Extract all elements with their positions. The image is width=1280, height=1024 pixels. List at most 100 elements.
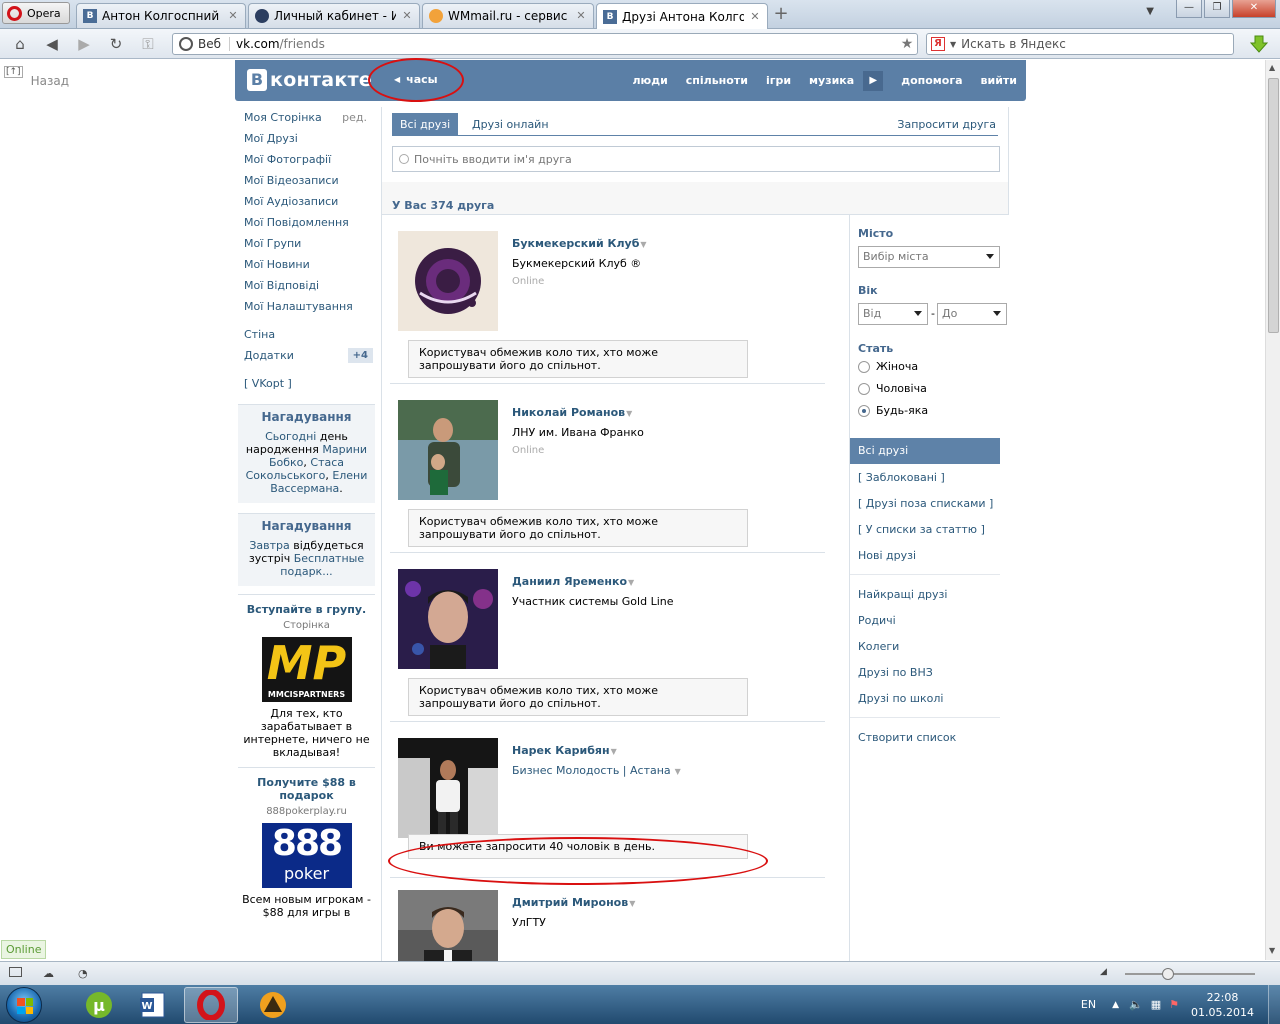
back-label[interactable]: Назад	[31, 74, 69, 88]
tab-close-icon[interactable]: ✕	[749, 10, 761, 23]
search-engine-chevron-down-icon[interactable]: ▼	[950, 40, 956, 49]
list-best-friends[interactable]: Найкращі друзі	[858, 588, 947, 601]
city-select[interactable]: Вибір міста	[858, 246, 1000, 268]
friend-name-link[interactable]: Дмитрий Миронов▼	[512, 896, 635, 909]
tab-list-chevron-down-icon[interactable]: ▼	[1146, 6, 1154, 17]
create-list-link[interactable]: Створити список	[858, 731, 956, 744]
sidebar-item-audio[interactable]: Мої Аудіозаписи	[238, 191, 375, 212]
language-indicator[interactable]: EN	[1081, 998, 1096, 1011]
friend-avatar[interactable]	[398, 231, 498, 331]
ad-block-mp[interactable]: Вступайте в групу. Сторінка MP MMCISPARTN…	[238, 594, 375, 759]
friend-menu-chevron-down-icon[interactable]: ▼	[629, 899, 635, 908]
panel-icon[interactable]	[9, 967, 22, 977]
sidebar-item-news[interactable]: Мої Новини	[238, 254, 375, 275]
back-arrow-icon[interactable]: ◀	[42, 35, 62, 53]
community-chevron-down-icon[interactable]: ▼	[675, 767, 681, 776]
word-taskbar-button[interactable]: W	[126, 987, 180, 1023]
url-field[interactable]: Веб vk.com/friends ★	[172, 33, 918, 55]
sidebar-item-wall[interactable]: Стіна	[238, 324, 375, 345]
key-icon[interactable]: ⚿	[138, 35, 158, 53]
download-arrow-icon[interactable]	[1250, 35, 1268, 53]
sidebar-item-vkopt[interactable]: [ VKopt ]	[238, 373, 375, 394]
app-taskbar-button[interactable]	[246, 987, 300, 1023]
window-close-icon[interactable]: ✕	[1232, 0, 1276, 18]
age-from-select[interactable]: Від	[858, 303, 928, 325]
ad-title[interactable]: Получите $88 в подарок	[238, 776, 375, 802]
nav-logout[interactable]: вийти	[972, 74, 1026, 87]
tomorrow-link[interactable]: Завтра	[249, 539, 289, 552]
friend-menu-chevron-down-icon[interactable]: ▼	[640, 240, 646, 249]
minimize-icon[interactable]: —	[1176, 0, 1202, 18]
scroll-down-icon[interactable]: ▼	[1269, 946, 1275, 955]
sex-radio-any[interactable]: Будь-яка	[858, 404, 928, 417]
maximize-icon[interactable]: ❐	[1204, 0, 1230, 18]
tray-expand-icon[interactable]: ▲	[1112, 1000, 1119, 1010]
radio-button[interactable]	[858, 382, 870, 395]
show-desktop-button[interactable]	[1268, 985, 1280, 1024]
reload-icon[interactable]: ↻	[106, 35, 126, 53]
nav-communities[interactable]: спільноти	[677, 74, 757, 87]
sidebar-item-photos[interactable]: Мої Фотографії	[238, 149, 375, 170]
friend-name-link[interactable]: Нарек Карибян▼	[512, 744, 617, 757]
tab-friends-online[interactable]: Друзі онлайн	[464, 113, 557, 136]
ad-image-888[interactable]: 888 poker	[261, 823, 352, 888]
tab-close-icon[interactable]: ✕	[575, 10, 587, 22]
ad-image-mp[interactable]: MP MMCISPARTNERS	[261, 637, 352, 702]
tab-close-icon[interactable]: ✕	[227, 10, 239, 22]
friend-avatar[interactable]	[398, 738, 498, 838]
panel-toggle-icon[interactable]: [↑]	[4, 66, 23, 78]
friend-community-link[interactable]: Бизнес Молодость | Астана ▼	[512, 764, 681, 777]
browser-tab-active[interactable]: B Друзі Антона Колгосп... ✕	[596, 3, 768, 29]
browser-tab[interactable]: Личный кабинет - Ис... ✕	[248, 3, 420, 28]
cloud-icon[interactable]: ☁	[43, 967, 57, 980]
sidebar-item-my-page[interactable]: Моя Сторінка ред.	[238, 107, 375, 128]
ad-block-888[interactable]: Получите $88 в подарок 888pokerplay.ru 8…	[238, 767, 375, 919]
age-to-select[interactable]: До	[937, 303, 1007, 325]
home-icon[interactable]: ⌂	[10, 35, 30, 53]
opera-taskbar-button[interactable]	[184, 987, 238, 1023]
play-icon[interactable]: ▶	[863, 70, 884, 91]
sidebar-item-apps[interactable]: Додатки +4	[238, 345, 375, 366]
sidebar-item-groups[interactable]: Мої Групи	[238, 233, 375, 254]
sex-radio-female[interactable]: Жіноча	[858, 360, 918, 373]
radio-button-selected[interactable]	[858, 404, 870, 417]
invite-friend-link[interactable]: Запросити друга	[897, 113, 996, 136]
scroll-up-icon[interactable]: ▲	[1269, 63, 1275, 72]
sidebar-item-videos[interactable]: Мої Відеозаписи	[238, 170, 375, 191]
sidebar-item-messages[interactable]: Мої Повідомлення	[238, 212, 375, 233]
sex-radio-male[interactable]: Чоловіча	[858, 382, 927, 395]
url-text[interactable]: vk.com/friends	[236, 37, 897, 51]
friend-menu-chevron-down-icon[interactable]: ▼	[626, 409, 632, 418]
network-icon[interactable]: ▦	[1151, 998, 1161, 1011]
taskbar-clock[interactable]: 22:08 01.05.2014	[1191, 990, 1254, 1020]
list-by-gender[interactable]: [ У списки за статтю ]	[858, 523, 985, 536]
list-school-friends[interactable]: Друзі по школі	[858, 692, 943, 705]
browser-tab[interactable]: B Антон Колгоспний ✕	[76, 3, 246, 28]
scrollbar-thumb[interactable]	[1268, 78, 1279, 333]
opera-menu-button[interactable]: Opera	[2, 2, 70, 24]
list-new-friends[interactable]: Нові друзі	[858, 549, 916, 562]
edit-link[interactable]: ред.	[342, 107, 367, 128]
radio-button[interactable]	[858, 360, 870, 373]
friend-search-input[interactable]: Почніть вводити ім'я друга	[392, 146, 1000, 172]
nav-games[interactable]: ігри	[757, 74, 800, 87]
start-button[interactable]	[6, 987, 42, 1023]
zoom-slider-knob[interactable]	[1162, 968, 1174, 980]
nav-help[interactable]: допомога	[892, 74, 971, 87]
today-link[interactable]: Сьогодні	[265, 430, 316, 443]
list-all-friends[interactable]: Всі друзі	[850, 438, 1000, 464]
nav-people[interactable]: люди	[623, 74, 676, 87]
yandex-search-field[interactable]: Я ▼ Искать в Яндекс	[926, 33, 1234, 55]
sidebar-item-friends[interactable]: Мої Друзі	[238, 128, 375, 149]
tab-close-icon[interactable]: ✕	[401, 10, 413, 22]
speed-dial-gauge-icon[interactable]: ◔	[78, 967, 92, 980]
list-relatives[interactable]: Родичі	[858, 614, 896, 627]
back-link[interactable]: [↑] Назад	[4, 66, 69, 88]
friend-avatar[interactable]	[398, 400, 498, 500]
bookmark-star-icon[interactable]: ★	[897, 36, 917, 52]
friend-name-link[interactable]: Букмекерский Клуб▼	[512, 237, 647, 250]
zoom-slider[interactable]	[1125, 968, 1255, 980]
ad-title[interactable]: Вступайте в групу.	[238, 603, 375, 616]
sidebar-item-answers[interactable]: Мої Відповіді	[238, 275, 375, 296]
nav-music[interactable]: музика	[800, 74, 863, 87]
